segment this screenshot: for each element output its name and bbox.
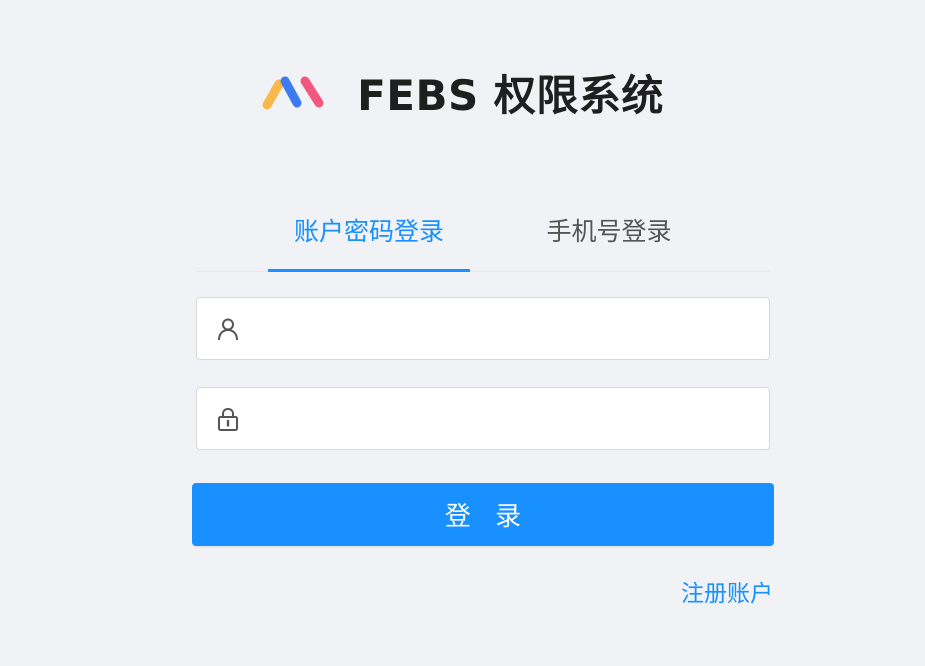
- febs-logo-icon: [262, 76, 324, 110]
- tab-account-password-login[interactable]: 账户密码登录: [268, 212, 470, 270]
- active-tab-indicator: [268, 269, 470, 272]
- app-title: FEBS 权限系统: [357, 70, 664, 120]
- username-field[interactable]: [196, 297, 770, 361]
- login-button[interactable]: 登 录: [192, 483, 774, 546]
- header: FEBS 权限系统: [0, 62, 925, 122]
- register-account-link[interactable]: 注册账户: [681, 574, 773, 608]
- lock-icon: [218, 407, 238, 431]
- password-field[interactable]: [196, 387, 770, 451]
- username-input[interactable]: [251, 298, 755, 361]
- password-input[interactable]: [251, 388, 755, 451]
- user-icon: [218, 318, 238, 341]
- tab-mobile-login[interactable]: 手机号登录: [516, 212, 702, 270]
- login-tabs: 账户密码登录 手机号登录: [196, 200, 770, 272]
